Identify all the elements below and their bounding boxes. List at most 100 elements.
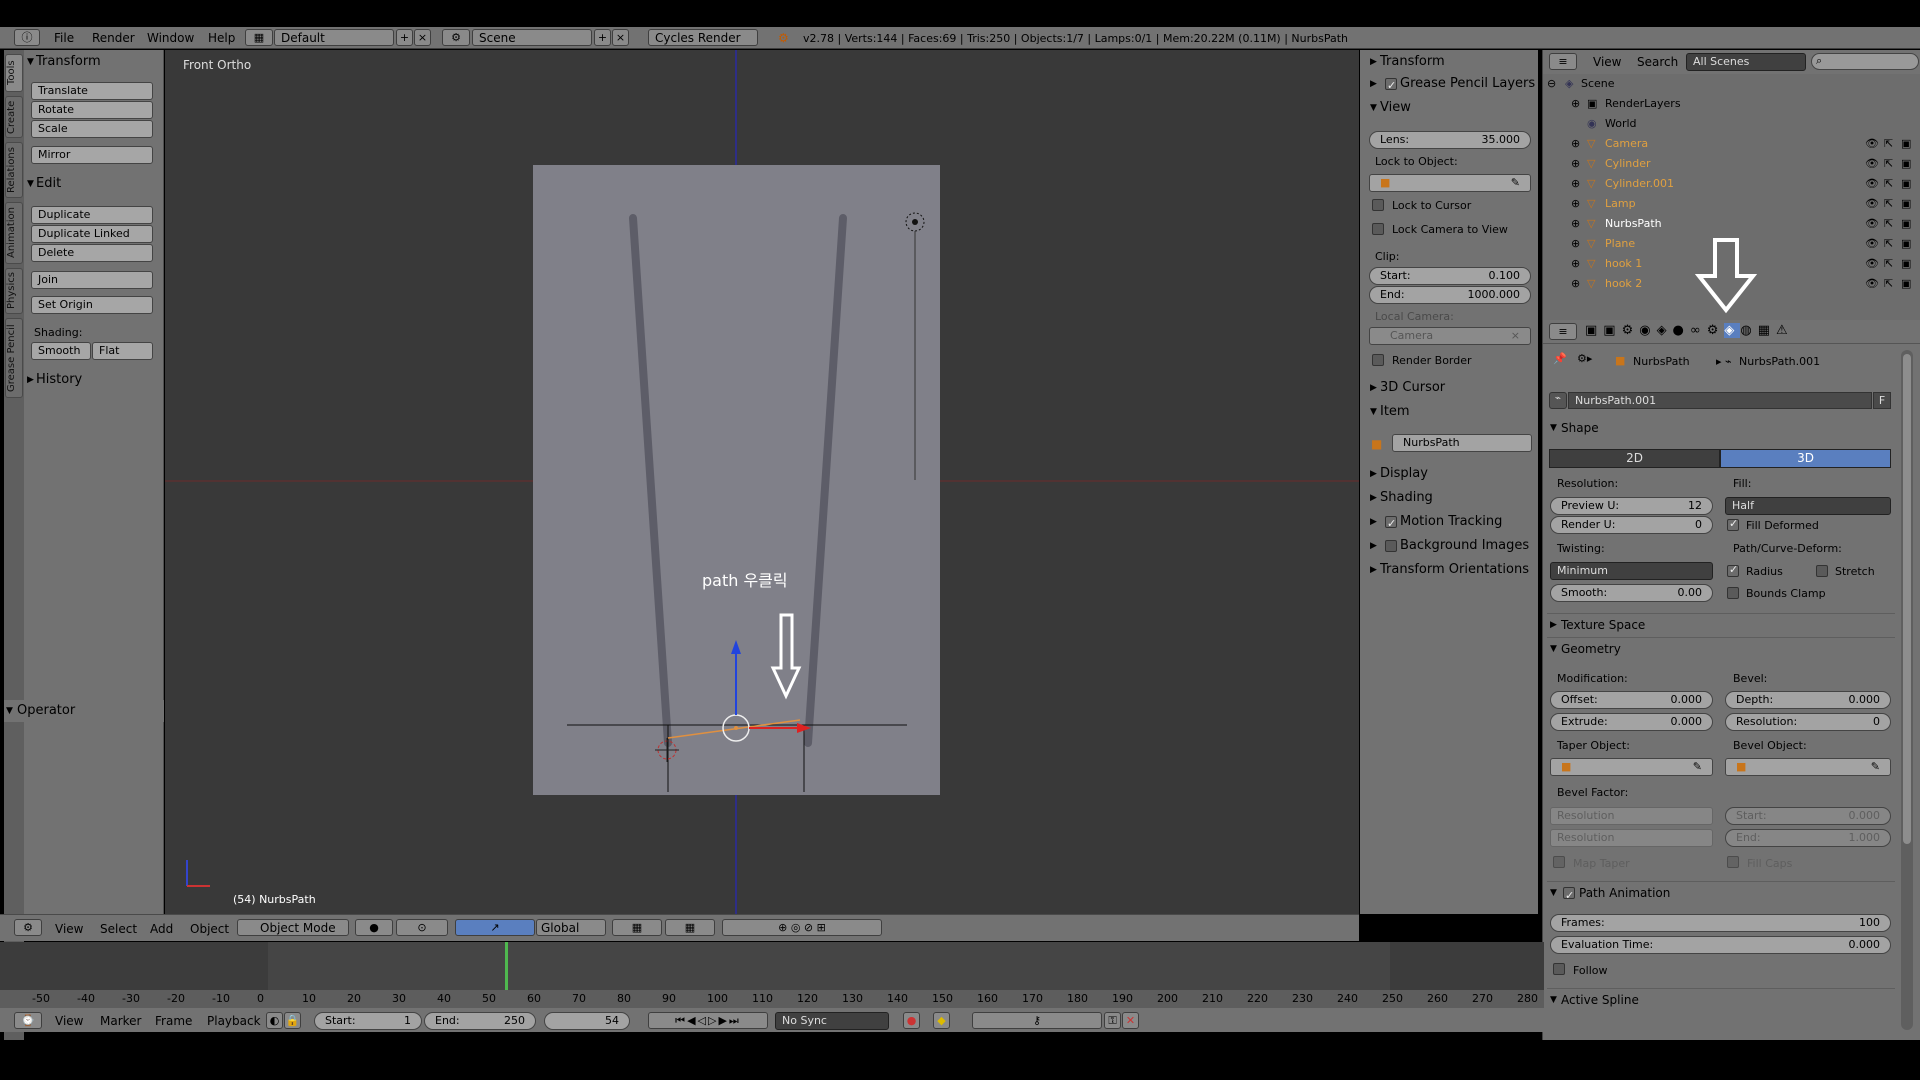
mode-select[interactable]: Object Mode (237, 919, 349, 936)
datablock-name-field[interactable]: NurbsPath.001 (1568, 392, 1872, 409)
lens-field[interactable]: Lens: 35.000 (1369, 131, 1531, 149)
menu-search[interactable]: Search (1637, 55, 1678, 69)
visibility-eye-icon[interactable]: 👁 (1865, 157, 1879, 170)
menu-view[interactable]: View (55, 922, 83, 936)
bounds-clamp-checkbox[interactable] (1727, 587, 1739, 599)
curve-data-icon[interactable]: ⌁ (1549, 392, 1567, 409)
expand-icon[interactable]: ⊕ (1571, 257, 1580, 270)
snap-tools[interactable]: ⊕ ◎ ⊘ ⊞ (722, 919, 882, 936)
outliner-row-object[interactable]: ⊕ ▽ NurbsPath 👁 ⇱ ▣ (1543, 217, 1920, 237)
menu-frame[interactable]: Frame (155, 1014, 192, 1028)
scale-button[interactable]: Scale (31, 120, 153, 138)
path-animation-checkbox[interactable] (1563, 885, 1575, 907)
section-path-animation[interactable]: ▼Path Animation (1547, 881, 1895, 907)
expand-icon[interactable]: ⊕ (1571, 177, 1580, 190)
render-camera-icon[interactable]: ▣ (1901, 177, 1911, 190)
3d-viewport[interactable]: Front Ortho path 우클릭 (54) NurbsPath (165, 50, 1359, 914)
translate-button[interactable]: Translate (31, 82, 153, 100)
flat-button[interactable]: Flat (92, 342, 153, 360)
keying-set-field[interactable]: ⚷ (972, 1012, 1102, 1029)
editor-type-icon[interactable]: ⚙ (14, 919, 42, 936)
preview-u-field[interactable]: Preview U: 12 (1550, 497, 1713, 515)
panel-edit-header[interactable]: ▼ Edit (24, 174, 163, 194)
selectable-cursor-icon[interactable]: ⇱ (1884, 277, 1893, 290)
orientation-select[interactable]: Global (536, 919, 606, 936)
menu-object[interactable]: Object (190, 922, 229, 936)
add-scene-icon[interactable]: + (594, 29, 611, 46)
tab-create[interactable]: Create (5, 96, 23, 138)
selectable-cursor-icon[interactable]: ⇱ (1884, 217, 1893, 230)
clear-camera-icon[interactable]: × (1511, 328, 1520, 344)
tab-grease-pencil[interactable]: Grease Pencil (5, 318, 23, 398)
map-taper-checkbox[interactable] (1553, 856, 1565, 868)
section-geometry[interactable]: ▼ Geometry (1547, 637, 1895, 659)
render-camera-icon[interactable]: ▣ (1901, 157, 1911, 170)
lock-camera-checkbox[interactable] (1372, 223, 1384, 235)
viewport-shading-select[interactable]: ● (355, 919, 393, 936)
bevel-resolution-field[interactable]: Resolution: 0 (1725, 713, 1891, 731)
property-context-tabs[interactable]: ▣▣⚙◉◈●∞⚙◈◍▦⚠ (1585, 323, 1794, 338)
tab-tools[interactable]: Tools (5, 54, 23, 92)
n-transform-orientations-header[interactable]: ▶ Transform Orientations (1360, 560, 1538, 580)
editor-type-icon[interactable]: ≡ (1549, 53, 1577, 70)
render-camera-icon[interactable]: ▣ (1901, 277, 1911, 290)
expand-icon[interactable]: ⊕ (1571, 277, 1580, 290)
visibility-eye-icon[interactable]: 👁 (1865, 197, 1879, 210)
evaluation-time-field[interactable]: Evaluation Time: 0.000 (1550, 936, 1891, 954)
fill-caps-checkbox[interactable] (1727, 856, 1739, 868)
display-mode-select[interactable]: All Scenes (1686, 53, 1806, 71)
scene-select[interactable]: Scene (472, 29, 592, 46)
bevel-object-field[interactable]: ■ ✎ (1725, 758, 1891, 776)
scene-icon[interactable]: ⚙ (442, 29, 470, 46)
selectable-cursor-icon[interactable]: ⇱ (1884, 157, 1893, 170)
render-camera-icon[interactable]: ▣ (1901, 237, 1911, 250)
fill-mode-select[interactable]: Half (1725, 497, 1891, 515)
expand-icon[interactable]: ⊕ (1571, 237, 1580, 250)
duplicate-button[interactable]: Duplicate (31, 206, 153, 224)
expand-icon[interactable]: ⊕ (1571, 157, 1580, 170)
fill-deformed-checkbox[interactable] (1727, 517, 1739, 531)
n-shading-header[interactable]: ▶ Shading (1360, 488, 1538, 508)
end-frame-field[interactable]: End: 250 (424, 1012, 536, 1030)
record-icon[interactable]: ● (903, 1012, 920, 1029)
manipulator-toggle[interactable]: ↗ (455, 919, 535, 936)
grease-pencil-checkbox[interactable] (1385, 76, 1397, 96)
local-camera-field[interactable]: Camera × (1369, 327, 1531, 345)
lock-icon[interactable]: 🔒 (284, 1012, 301, 1029)
smooth-button[interactable]: Smooth (31, 342, 91, 360)
selectable-cursor-icon[interactable]: ⇱ (1884, 257, 1893, 270)
outliner-row-object[interactable]: ⊕ ▽ Lamp 👁 ⇱ ▣ (1543, 197, 1920, 217)
lock-object-field[interactable]: ■ ✎ (1369, 174, 1531, 192)
layout-select[interactable]: Default (274, 29, 394, 46)
bevel-factor-start-field[interactable]: Start: 0.000 (1725, 807, 1891, 825)
tab-physics[interactable]: Physics (5, 268, 23, 314)
menu-file[interactable]: File (54, 31, 74, 45)
taper-object-field[interactable]: ■ ✎ (1550, 758, 1713, 776)
motion-tracking-checkbox[interactable] (1385, 514, 1397, 534)
follow-checkbox[interactable] (1553, 963, 1565, 975)
menu-view[interactable]: View (55, 1014, 83, 1028)
bevel-factor-end-field[interactable]: End: 1.000 (1725, 829, 1891, 847)
offset-field[interactable]: Offset: 0.000 (1550, 691, 1713, 709)
visibility-eye-icon[interactable]: 👁 (1865, 277, 1879, 290)
n-view-header[interactable]: ▼ View (1360, 98, 1538, 118)
menu-help[interactable]: Help (208, 31, 235, 45)
expand-icon[interactable]: ⊕ (1571, 137, 1580, 150)
extrude-field[interactable]: Extrude: 0.000 (1550, 713, 1713, 731)
eyedropper-icon[interactable]: ✎ (1511, 175, 1520, 191)
n-motion-tracking-header[interactable]: ▶Motion Tracking (1360, 512, 1538, 534)
outliner-row-object[interactable]: ⊕ ▽ Cylinder.001 👁 ⇱ ▣ (1543, 177, 1920, 197)
render-u-field[interactable]: Render U: 0 (1550, 516, 1713, 534)
search-input[interactable]: ⌕ (1811, 53, 1919, 70)
panel-operator-header[interactable]: ▼ Operator (4, 700, 164, 722)
depth-field[interactable]: Depth: 0.000 (1725, 691, 1891, 709)
item-name-field[interactable]: NurbsPath (1392, 434, 1532, 452)
visibility-eye-icon[interactable]: 👁 (1865, 137, 1879, 150)
current-frame-indicator[interactable] (505, 942, 508, 990)
remove-layout-icon[interactable]: × (414, 29, 431, 46)
layers-grid[interactable]: ▦ (612, 919, 662, 936)
selectable-cursor-icon[interactable]: ⇱ (1884, 237, 1893, 250)
visibility-eye-icon[interactable]: 👁 (1865, 257, 1879, 270)
selectable-cursor-icon[interactable]: ⇱ (1884, 137, 1893, 150)
expand-icon[interactable]: ⊕ (1571, 197, 1580, 210)
